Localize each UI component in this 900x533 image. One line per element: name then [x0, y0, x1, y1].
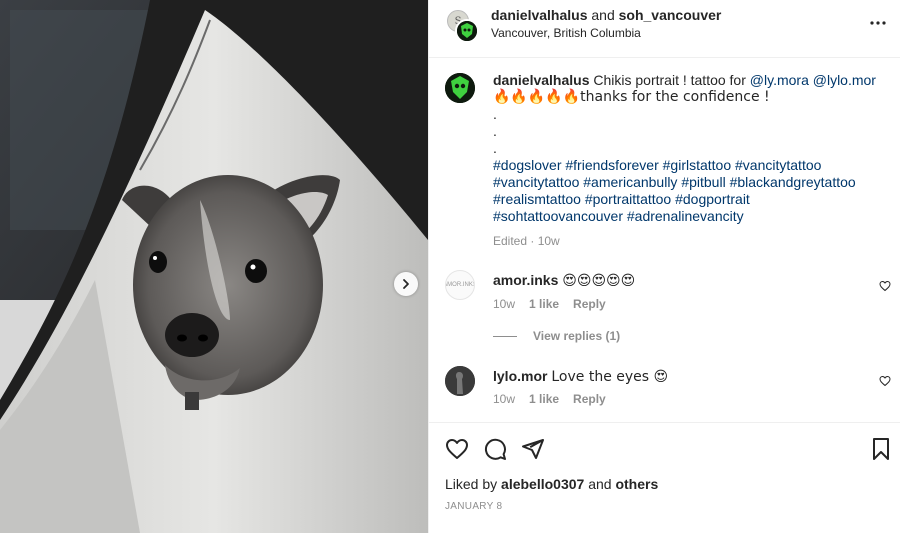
green-skull-logo-icon [445, 73, 475, 103]
comment-avatar-lylo-mor[interactable] [445, 366, 475, 396]
comment-row: amor.inks 😍😍😍😍😍 [493, 272, 635, 289]
caption-emoji-line: 🔥🔥🔥🔥🔥thanks for the confidence ! [493, 89, 770, 105]
comment-time[interactable]: 10w [493, 392, 515, 406]
next-photo-button[interactable] [394, 272, 418, 296]
post-caption: danielvalhalus Chikis portrait ! tattoo … [493, 72, 888, 225]
caption-dot: . [493, 140, 497, 156]
comment-heart-icon[interactable] [879, 280, 891, 292]
reply-button[interactable]: Reply [573, 297, 606, 311]
post-date[interactable]: JANUARY 8 [445, 501, 502, 512]
post-location[interactable]: Vancouver, British Columbia [491, 26, 641, 40]
hashtag-line[interactable]: #sohtattoovancouver #adrenalinevancity [493, 208, 744, 224]
post-photo[interactable] [0, 0, 428, 533]
divider-line [493, 335, 517, 337]
comment-likes[interactable]: 1 like [529, 297, 559, 311]
liked-joiner: and [588, 476, 612, 492]
hashtag-line[interactable]: #dogslover #friendsforever #girlstattoo … [493, 157, 821, 173]
tattoo-photo-illustration [0, 0, 428, 533]
liked-by: Liked by alebello0307 and others [445, 476, 658, 492]
hashtags: #dogslover #friendsforever #girlstattoo … [493, 157, 888, 225]
caption-dot: . [493, 106, 497, 122]
avatar-danielvalhalus[interactable] [455, 19, 479, 43]
author-username[interactable]: danielvalhalus [491, 7, 587, 23]
post-actions: Liked by alebello0307 and others JANUARY… [429, 422, 900, 533]
liked-username[interactable]: alebello0307 [501, 476, 584, 492]
comment-username[interactable]: amor.inks [493, 272, 558, 288]
comment-icon[interactable] [483, 437, 507, 461]
comment-username[interactable]: lylo.mor [493, 368, 547, 384]
mention-lylo-mor[interactable]: @lylo.mor [813, 72, 876, 88]
view-replies-button[interactable]: View replies (1) [493, 329, 620, 343]
post-author-line: danielvalhalus and soh_vancouver [491, 7, 721, 23]
collaborator-username[interactable]: soh_vancouver [619, 7, 722, 23]
view-replies-label: View replies (1) [533, 329, 621, 343]
reply-button[interactable]: Reply [573, 392, 606, 406]
caption-text: Chikis portrait ! tattoo for [593, 72, 746, 88]
caption-dot: . [493, 123, 497, 139]
comments-section: danielvalhalus Chikis portrait ! tattoo … [429, 58, 900, 422]
comment-text: Love the eyes 😍 [551, 369, 669, 385]
post-header: S danielvalhalus and soh_vancouver Vanco… [429, 0, 900, 58]
hashtag-line[interactable]: #realismtattoo #portraittattoo #dogportr… [493, 191, 750, 207]
send-icon[interactable] [521, 437, 545, 461]
heart-icon[interactable] [445, 437, 469, 461]
mention-ly-mora[interactable]: @ly.mora [750, 72, 809, 88]
caption-author[interactable]: danielvalhalus [493, 72, 589, 88]
comment-time[interactable]: 10w [493, 297, 515, 311]
comment-likes[interactable]: 1 like [529, 392, 559, 406]
caption-edited-meta: Edited · 10w [493, 234, 560, 248]
caption-avatar[interactable] [445, 73, 475, 103]
comment-heart-icon[interactable] [879, 375, 891, 387]
more-horizontal-icon[interactable] [869, 14, 887, 32]
green-skull-logo-icon [457, 21, 477, 41]
comment-row: lylo.mor Love the eyes 😍 [493, 368, 668, 385]
collab-joiner: and [591, 7, 615, 23]
chevron-right-icon [403, 279, 409, 289]
hashtag-line[interactable]: #vancitytattoo #americanbully #pitbull #… [493, 174, 856, 190]
liked-others[interactable]: others [615, 476, 658, 492]
liked-prefix: Liked by [445, 476, 498, 492]
collab-avatars[interactable]: S [447, 10, 479, 43]
comment-meta: 10w 1 like Reply [493, 297, 606, 311]
user-photo-icon [445, 366, 475, 396]
comment-meta: 10w 1 like Reply [493, 392, 606, 406]
bookmark-icon[interactable] [869, 437, 893, 461]
comment-text: 😍😍😍😍😍 [562, 273, 636, 289]
post-detail-panel: S danielvalhalus and soh_vancouver Vanco… [428, 0, 900, 533]
comment-avatar-amor-inks[interactable]: AMOR.INKS [445, 270, 475, 300]
